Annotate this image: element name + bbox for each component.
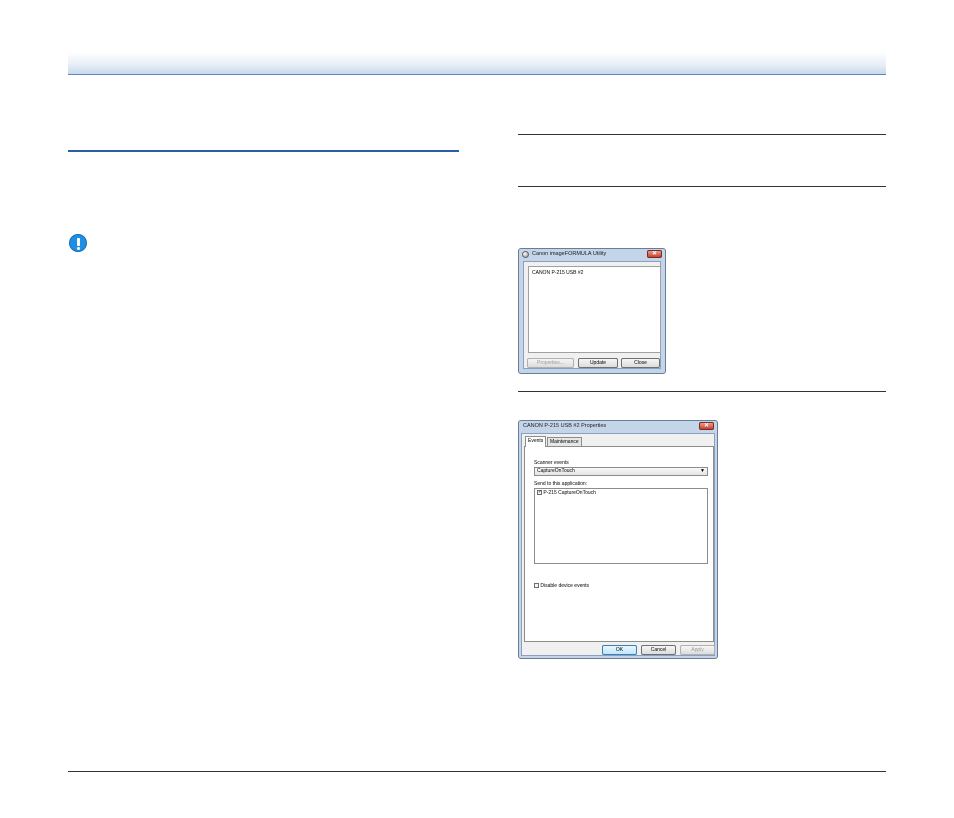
scanner-events-value: CaptureOnTouch [537,468,575,474]
properties-label: Properties... [537,360,564,366]
scanner-events-label: Scanner events [534,460,569,466]
events-tab-panel: Scanner events CaptureOnTouch ▼ Send to … [524,446,714,642]
close-button[interactable]: Close [621,358,660,368]
close-icon[interactable]: ✕ [699,422,714,430]
disable-events-row[interactable]: Disable device events [534,583,589,589]
application-list[interactable]: ✓ P-215 CaptureOnTouch [534,488,708,564]
disable-events-label: Disable device events [540,583,590,589]
properties-dialog-title: CANON P-215 USB #2 Properties [523,423,607,429]
page-header-band [68,52,886,75]
device-list-item[interactable]: CANON P-215 USB #2 [532,270,583,276]
update-button[interactable]: Update [578,358,618,368]
properties-dialog: CANON P-215 USB #2 Properties ✕ Events M… [518,420,718,659]
divider-rule [518,186,886,187]
caution-icon [69,234,87,252]
list-item[interactable]: ✓ P-215 CaptureOnTouch [537,490,596,496]
scanner-app-icon [522,251,529,258]
chevron-down-icon: ▼ [700,468,705,474]
scanner-events-select[interactable]: CaptureOnTouch ▼ [534,467,708,476]
disable-events-checkbox[interactable] [534,583,539,589]
device-list[interactable]: CANON P-215 USB #2 [528,266,661,353]
section-heading-rule [68,150,459,152]
apply-button[interactable]: Apply [680,645,715,655]
divider-rule [518,134,886,135]
footer-rule [68,771,886,772]
utility-dialog-titlebar[interactable]: Canon imageFORMULA Utility ✕ [519,249,665,261]
divider-rule [518,391,886,392]
utility-dialog-body: CANON P-215 USB #2 Properties... Update … [523,261,661,369]
tab-maintenance[interactable]: Maintenance [547,437,582,446]
cancel-button[interactable]: Cancel [641,645,676,655]
utility-dialog: Canon imageFORMULA Utility ✕ CANON P-215… [518,248,666,374]
send-to-label: Send to this application: [534,481,588,487]
properties-button[interactable]: Properties... [527,358,574,368]
tab-events[interactable]: Events [525,436,547,447]
properties-dialog-body: Events Maintenance Scanner events Captur… [521,433,715,656]
app-item-label: P-215 CaptureOnTouch [543,490,596,496]
close-icon[interactable]: ✕ [647,250,662,258]
ok-button[interactable]: OK [602,645,637,655]
properties-dialog-titlebar[interactable]: CANON P-215 USB #2 Properties ✕ [519,421,717,433]
utility-dialog-title: Canon imageFORMULA Utility [532,251,607,257]
app-checkbox[interactable]: ✓ [537,490,542,496]
